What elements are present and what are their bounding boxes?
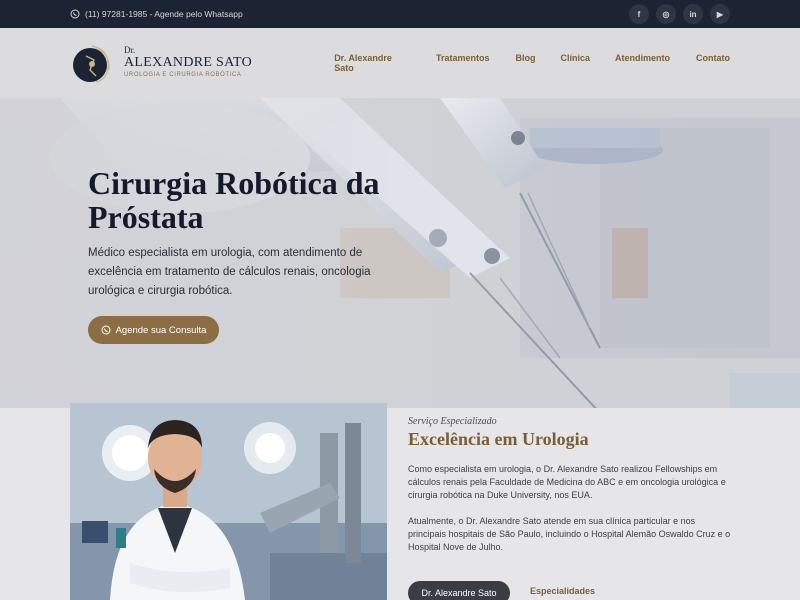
contact-text: (11) 97281-1985 - Agende pelo Whatsapp: [85, 9, 243, 19]
hero-title: Cirurgia Robótica da Próstata: [88, 165, 380, 235]
whatsapp-icon: [101, 325, 111, 335]
main-nav: Dr. Alexandre Sato Tratamentos Blog Clín…: [326, 53, 730, 73]
hero-section: Cirurgia Robótica da Próstata Médico esp…: [0, 98, 800, 408]
social-links: f ◎ in ▶: [629, 4, 730, 24]
hero-description: Médico especialista em urologia, com ate…: [88, 247, 371, 297]
specialties-link[interactable]: Especialidades: [530, 586, 595, 596]
logo-dr: Dr.: [124, 45, 136, 55]
logo-text: Dr. ALEXANDRE SATO UROLOGIA E CIRURGIA R…: [124, 46, 252, 80]
about-paragraph-2: Atualmente, o Dr. Alexandre Sato atende …: [408, 516, 731, 552]
doctor-photo: [70, 403, 387, 600]
logo-subtitle: UROLOGIA E CIRURGIA ROBÓTICA: [124, 72, 242, 78]
whatsapp-icon: [70, 9, 80, 19]
logo-emblem: [70, 40, 116, 86]
about-paragraph-1: Como especialista em urologia, o Dr. Ale…: [408, 464, 726, 500]
section-title: Excelência em Urologia: [408, 429, 589, 449]
cta-label: Agende sua Consulta: [115, 324, 207, 336]
logo[interactable]: Dr. ALEXANDRE SATO UROLOGIA E CIRURGIA R…: [70, 40, 318, 86]
schedule-consultation-button[interactable]: Agende sua Consulta: [88, 316, 219, 344]
nav-blog[interactable]: Blog: [515, 53, 535, 73]
nav-tratamentos[interactable]: Tratamentos: [436, 53, 490, 73]
logo-name: ALEXANDRE SATO: [124, 55, 252, 70]
site-header: Dr. ALEXANDRE SATO UROLOGIA E CIRURGIA R…: [0, 28, 800, 98]
instagram-icon[interactable]: ◎: [656, 4, 676, 24]
youtube-icon[interactable]: ▶: [710, 4, 730, 24]
nav-clinica[interactable]: Clínica: [560, 53, 590, 73]
whatsapp-contact[interactable]: (11) 97281-1985 - Agende pelo Whatsapp: [70, 9, 243, 19]
nav-atendimento[interactable]: Atendimento: [615, 53, 670, 73]
linkedin-icon[interactable]: in: [683, 4, 703, 24]
section-eyebrow: Serviço Especializado: [408, 416, 497, 427]
nav-contato[interactable]: Contato: [696, 53, 730, 73]
facebook-icon[interactable]: f: [629, 4, 649, 24]
nav-dr-alexandre-sato[interactable]: Dr. Alexandre Sato: [334, 53, 411, 73]
top-bar: (11) 97281-1985 - Agende pelo Whatsapp f…: [0, 0, 800, 28]
dr-alexandre-sato-button[interactable]: Dr. Alexandre Sato: [408, 581, 510, 600]
